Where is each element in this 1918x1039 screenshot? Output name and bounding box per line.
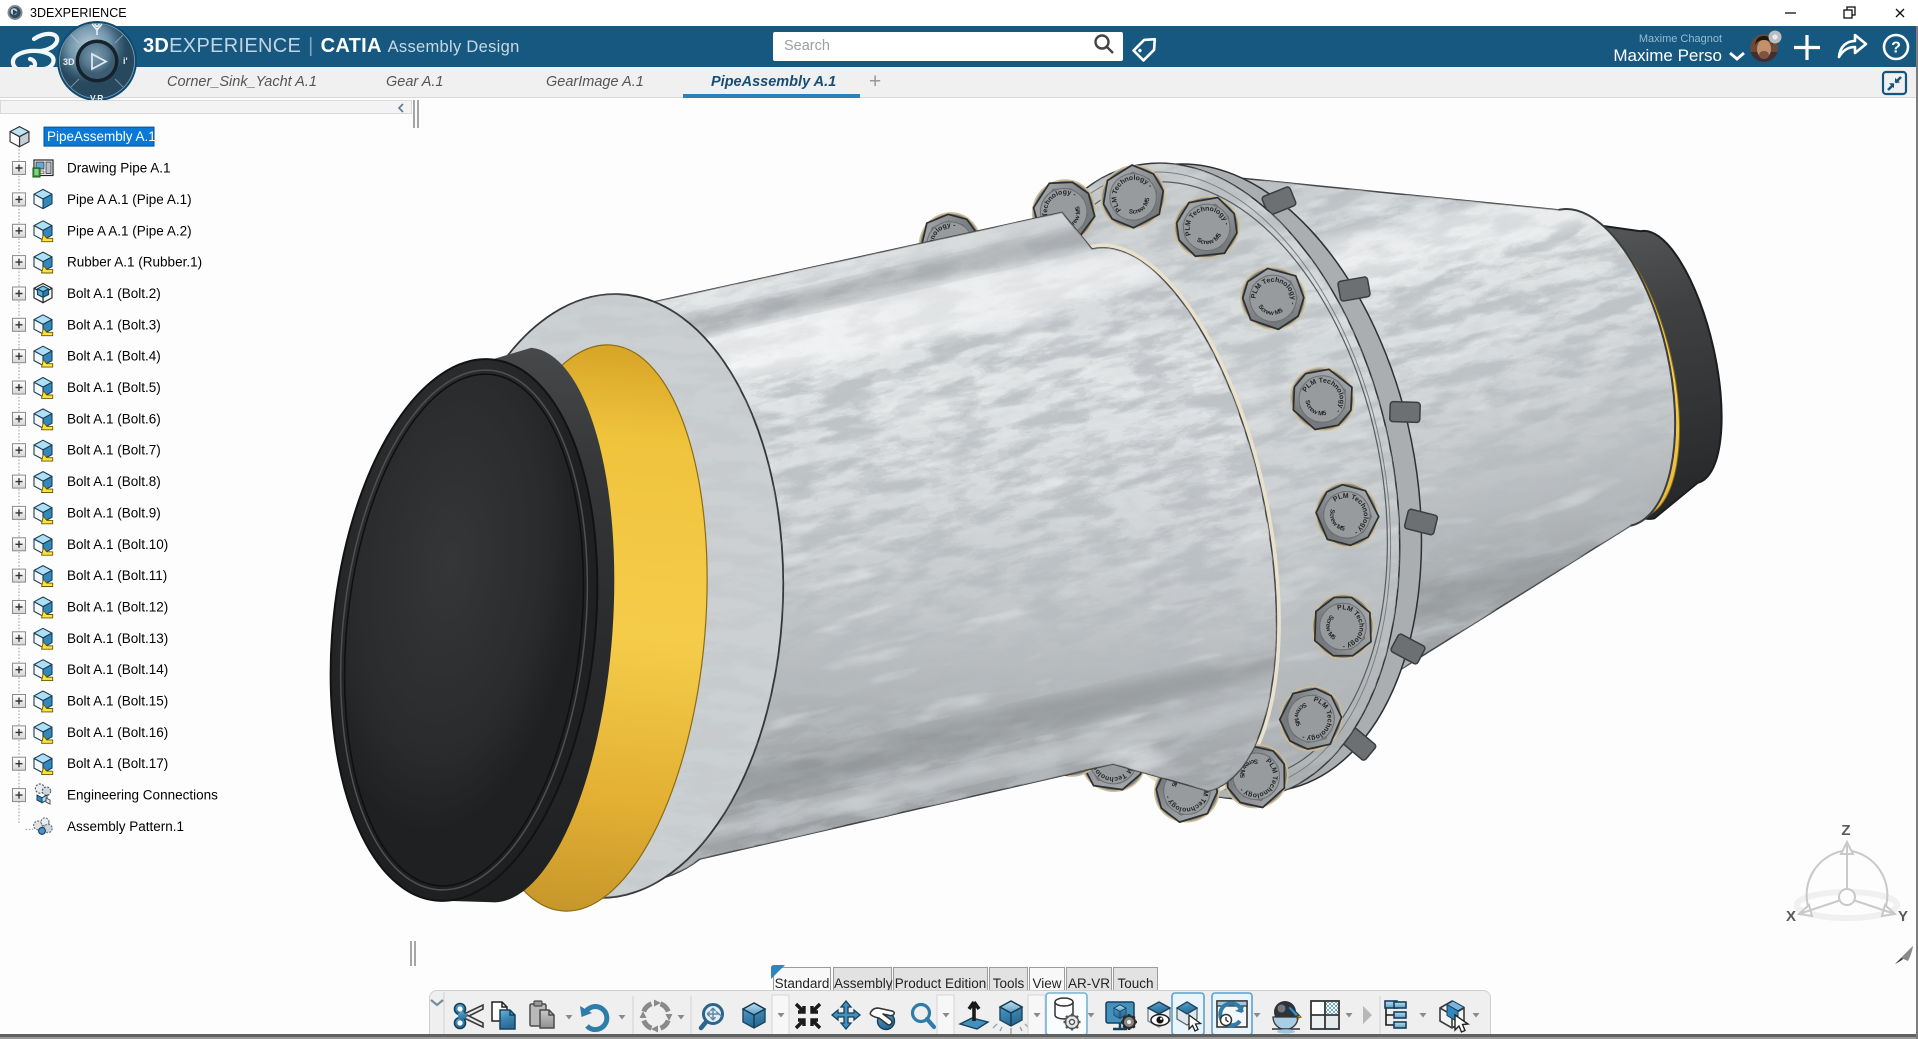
svg-text:3D: 3D	[63, 57, 75, 67]
svg-text:Bolt A.1 (Bolt.4): Bolt A.1 (Bolt.4)	[67, 349, 161, 364]
svg-text:Bolt A.1 (Bolt.13): Bolt A.1 (Bolt.13)	[67, 631, 168, 646]
svg-text:Z: Z	[1841, 822, 1850, 839]
svg-text:Pipe A A.1 (Pipe A.1): Pipe A A.1 (Pipe A.1)	[67, 192, 192, 207]
svg-text:Pipe A A.1 (Pipe A.2): Pipe A A.1 (Pipe A.2)	[67, 223, 192, 238]
svg-text:Bolt A.1 (Bolt.3): Bolt A.1 (Bolt.3)	[67, 317, 161, 332]
svg-text:Bolt A.1 (Bolt.9): Bolt A.1 (Bolt.9)	[67, 505, 161, 520]
svg-text:i': i'	[123, 56, 128, 66]
svg-text:Bolt A.1 (Bolt.8): Bolt A.1 (Bolt.8)	[67, 474, 161, 489]
svg-text:Drawing Pipe A.1: Drawing Pipe A.1	[67, 161, 171, 176]
svg-text:Bolt A.1 (Bolt.6): Bolt A.1 (Bolt.6)	[67, 411, 161, 426]
svg-text:Assembly Pattern.1: Assembly Pattern.1	[67, 819, 184, 834]
svg-text:X: X	[1786, 908, 1796, 925]
svg-text:Bolt A.1 (Bolt.16): Bolt A.1 (Bolt.16)	[67, 725, 168, 740]
svg-text:PipeAssembly A.1: PipeAssembly A.1	[47, 129, 156, 144]
svg-text:Bolt A.1 (Bolt.12): Bolt A.1 (Bolt.12)	[67, 600, 168, 615]
svg-text:Bolt A.1 (Bolt.2): Bolt A.1 (Bolt.2)	[67, 286, 161, 301]
svg-text:Bolt A.1 (Bolt.11): Bolt A.1 (Bolt.11)	[67, 568, 167, 583]
svg-text:Bolt A.1 (Bolt.5): Bolt A.1 (Bolt.5)	[67, 380, 161, 395]
svg-text:Bolt A.1 (Bolt.7): Bolt A.1 (Bolt.7)	[67, 443, 161, 458]
svg-text:Y: Y	[1898, 908, 1908, 925]
svg-text:Engineering Connections: Engineering Connections	[67, 788, 218, 803]
svg-text:Bolt A.1 (Bolt.14): Bolt A.1 (Bolt.14)	[67, 662, 168, 677]
svg-text:Rubber A.1 (Rubber.1): Rubber A.1 (Rubber.1)	[67, 255, 202, 270]
svg-text:Bolt A.1 (Bolt.15): Bolt A.1 (Bolt.15)	[67, 694, 168, 709]
svg-text:Bolt A.1 (Bolt.10): Bolt A.1 (Bolt.10)	[67, 537, 168, 552]
svg-text:?: ?	[1891, 40, 1901, 57]
svg-text:Bolt A.1 (Bolt.17): Bolt A.1 (Bolt.17)	[67, 756, 168, 771]
